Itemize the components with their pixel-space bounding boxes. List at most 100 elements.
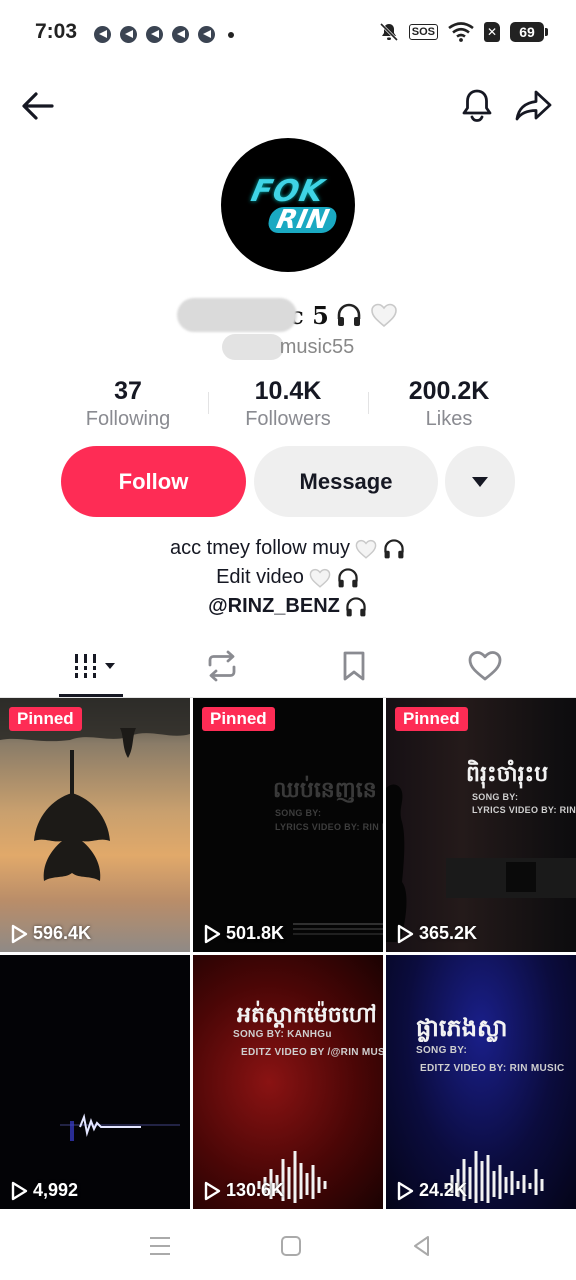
tab-videos[interactable] (68, 646, 122, 686)
video-tile[interactable]: Pinned 596.4K (0, 698, 190, 952)
bell-icon[interactable] (458, 86, 496, 124)
video-subtitle: SONG BY: (416, 1045, 468, 1056)
video-subtitle: EDITZ VIDEO BY: RIN MUSIC (420, 1063, 565, 1074)
tab-reposts[interactable] (202, 646, 242, 686)
video-tile[interactable]: ផ្លាភេងស្លា SONG BY: EDITZ VIDEO BY: RIN… (386, 955, 576, 1209)
tab-liked[interactable] (465, 646, 505, 686)
video-tile[interactable]: ឈប់នេញនេ SONG BY: LYRICS VIDEO BY: RIN M… (193, 698, 383, 952)
videos-grid-icon (73, 654, 115, 678)
bio: acc tmey follow muy Edit video @RINZ_BEN… (0, 534, 576, 621)
bio-text: acc tmey follow muy (169, 537, 351, 559)
telegram-icon (120, 26, 137, 43)
video-subtitle: SONG BY: (472, 792, 519, 802)
status-bar: 7:03 SOS ✕ 69 (0, 0, 576, 62)
play-icon (11, 924, 28, 943)
followers-stat[interactable]: 10.4K Followers (208, 376, 368, 432)
video-subtitle: EDITZ VIDEO BY /@RIN MUSIC (241, 1047, 383, 1058)
video-title: ឈប់នេញនេ (273, 777, 377, 802)
followers-label: Followers (245, 408, 331, 430)
silhouette-thumbnail (386, 784, 576, 942)
caret-down-icon (472, 476, 488, 487)
view-count: 596.4K (10, 923, 91, 944)
following-stat[interactable]: 37 Following (48, 376, 208, 432)
bio-line: Edit video (0, 563, 576, 592)
white-heart-icon (371, 303, 397, 328)
video-subtitle: SONG BY: KANHGu (233, 1029, 332, 1040)
avatar-logo: FOK RIN (239, 174, 340, 235)
headphones-icon (338, 567, 358, 587)
play-icon (204, 924, 221, 943)
home-icon[interactable] (277, 1232, 305, 1260)
heart-outline-icon (468, 651, 502, 681)
reposts-icon (208, 650, 236, 682)
bookmark-icon (343, 651, 365, 681)
top-nav (0, 80, 576, 132)
video-tile[interactable]: ពិរុះចាំរុះប SONG BY: LYRICS VIDEO BY: R… (386, 698, 576, 952)
telegram-icon (146, 26, 163, 43)
back-icon[interactable] (408, 1232, 436, 1260)
play-icon (397, 1181, 414, 1200)
battery-icon: 69 (510, 22, 548, 42)
more-dot-icon (228, 31, 234, 38)
profile-tabs (0, 640, 576, 698)
username: music55 (279, 335, 355, 358)
bio-line: acc tmey follow muy (0, 534, 576, 563)
video-subtitle: LYRICS VIDEO BY: RIN Music 5 (472, 805, 576, 815)
name-redaction-blur (177, 298, 298, 332)
telegram-icon (198, 26, 215, 43)
tab-favorites[interactable] (334, 646, 374, 686)
video-title: ពិរុះចាំរុះប (466, 761, 549, 786)
play-icon (11, 1181, 28, 1200)
menu-icon[interactable] (146, 1232, 174, 1260)
play-icon (204, 1181, 221, 1200)
username-redaction-blur (221, 334, 284, 360)
view-count: 130.6K (203, 1180, 284, 1201)
white-heart-icon (355, 539, 377, 559)
likes-label: Likes (425, 408, 473, 430)
view-count: 365.2K (396, 923, 477, 944)
telegram-icon (94, 26, 111, 43)
video-grid: Pinned 596.4K ឈប់នេញនេ SONG BY: LYRICS V… (0, 698, 576, 1210)
following-count: 37 (114, 377, 142, 405)
video-title: ផ្លាភេងស្លា (416, 1015, 508, 1042)
view-count: 4,992 (10, 1180, 78, 1201)
view-count: 24.2K (396, 1180, 467, 1201)
back-arrow-icon[interactable] (20, 88, 56, 124)
share-icon[interactable] (514, 86, 554, 126)
headphones-icon (346, 596, 366, 616)
username-row: music55 (0, 334, 576, 360)
system-icons: SOS ✕ 69 (379, 22, 548, 42)
pinned-badge: Pinned (9, 707, 82, 731)
avatar[interactable]: FOK RIN (221, 138, 355, 272)
waveform-graphic (60, 1113, 180, 1141)
bell-off-icon (379, 22, 398, 42)
status-time: 7:03 (35, 20, 78, 43)
bio-line: @RINZ_BENZ (0, 592, 576, 621)
tree-reflection-thumbnail (0, 698, 190, 881)
white-heart-icon (309, 568, 331, 588)
bio-mention-link[interactable]: @RINZ_BENZ (208, 592, 340, 621)
play-icon (397, 924, 414, 943)
suggested-accounts-button[interactable] (445, 446, 515, 517)
sim-icon: ✕ (484, 22, 500, 42)
display-name-row: c 5 (0, 298, 576, 332)
likes-stat[interactable]: 200.2K Likes (369, 376, 529, 432)
headphones-icon (337, 303, 361, 326)
headphones-icon (384, 538, 404, 558)
video-subtitle: SONG BY: (275, 808, 322, 818)
wifi-icon (448, 22, 474, 42)
pinned-badge: Pinned (202, 707, 275, 731)
message-button[interactable]: Message (254, 446, 438, 517)
followers-count: 10.4K (254, 377, 322, 405)
video-subtitle: LYRICS VIDEO BY: RIN Music (275, 822, 383, 832)
bio-text: Edit video (216, 566, 304, 588)
notification-icons (94, 26, 234, 43)
system-nav-bar (0, 1212, 576, 1280)
following-label: Following (85, 408, 171, 430)
likes-count: 200.2K (408, 377, 490, 405)
follow-button[interactable]: Follow (61, 446, 246, 517)
profile-actions: Follow Message (0, 446, 576, 518)
video-tile[interactable]: អត់ស្តាកម៉េចហៅ SONG BY: KANHGu EDITZ VID… (193, 955, 383, 1209)
video-tile[interactable]: 4,992 (0, 955, 190, 1209)
sos-icon: SOS (408, 24, 438, 40)
